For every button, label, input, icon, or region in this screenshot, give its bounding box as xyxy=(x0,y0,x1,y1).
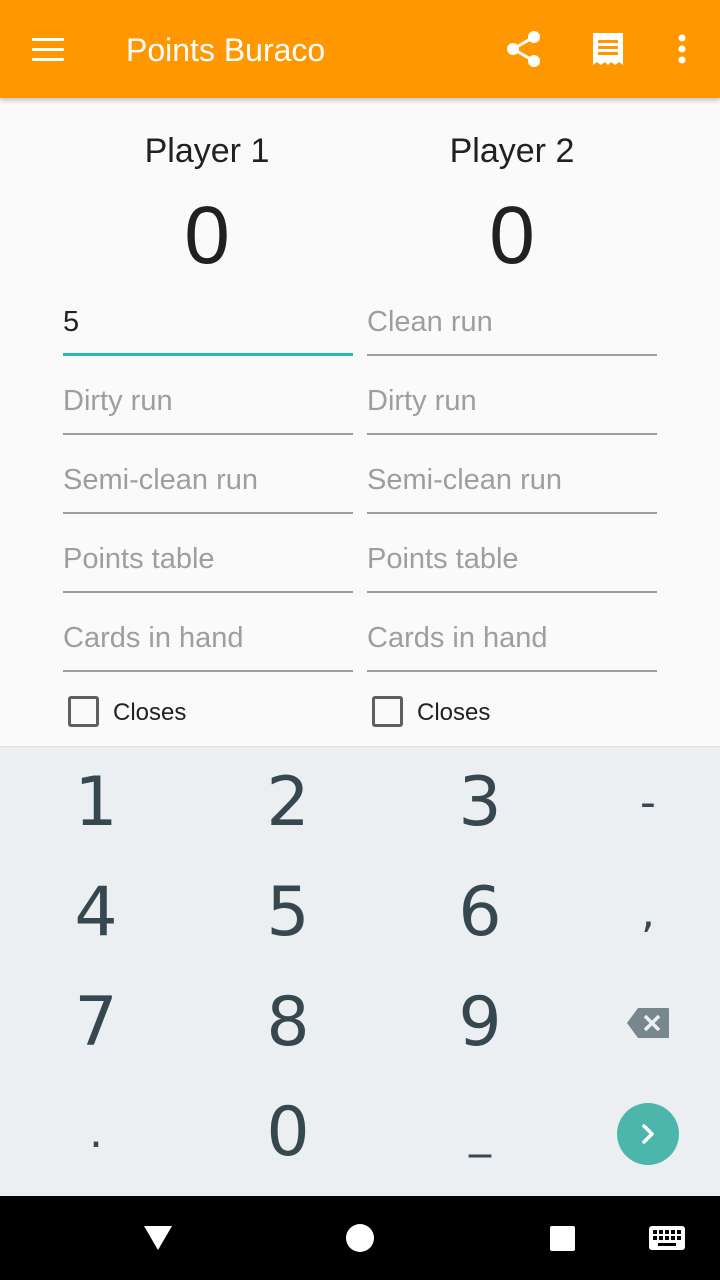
key-space[interactable]: _ xyxy=(395,1083,565,1183)
enter-key[interactable] xyxy=(617,1103,679,1165)
field-underline xyxy=(63,433,353,435)
field-underline xyxy=(367,512,657,514)
key-4[interactable]: 4 xyxy=(11,863,181,963)
key-8[interactable]: 8 xyxy=(203,973,373,1073)
checkbox-box[interactable] xyxy=(68,696,99,727)
receipt-icon[interactable] xyxy=(588,29,628,69)
field-value: 5 xyxy=(63,306,80,338)
player-2-name: Player 2 xyxy=(449,132,575,170)
key-9[interactable]: 9 xyxy=(395,973,565,1073)
back-triangle-icon[interactable] xyxy=(137,1218,179,1258)
key-0[interactable]: 0 xyxy=(203,1083,373,1183)
chevron-right-icon xyxy=(642,1124,654,1144)
keyboard-icon[interactable] xyxy=(646,1218,688,1258)
player-1-closes-checkbox[interactable]: Closes xyxy=(68,696,268,730)
share-icon[interactable] xyxy=(504,29,544,69)
player-2-semi-clean-run-field[interactable]: Semi-clean run xyxy=(367,454,657,514)
checkbox-label: Closes xyxy=(417,699,491,726)
player-2-closes-checkbox[interactable]: Closes xyxy=(372,696,572,730)
field-placeholder: Cards in hand xyxy=(367,622,548,654)
field-underline xyxy=(367,591,657,593)
key-1[interactable]: 1 xyxy=(11,753,181,853)
field-placeholder: Semi-clean run xyxy=(63,464,259,496)
field-underline xyxy=(367,670,657,672)
player-2-cards-in-hand-field[interactable]: Cards in hand xyxy=(367,612,657,672)
field-placeholder: Points table xyxy=(63,543,215,575)
recents-square-icon[interactable] xyxy=(541,1218,583,1258)
key-7[interactable]: 7 xyxy=(11,973,181,1073)
player-2-score: 0 xyxy=(489,190,535,281)
player-1-semi-clean-run-field[interactable]: Semi-clean run xyxy=(63,454,353,514)
more-vert-icon[interactable] xyxy=(662,29,702,69)
field-underline xyxy=(63,353,353,356)
key-5[interactable]: 5 xyxy=(203,863,373,963)
field-placeholder: Points table xyxy=(367,543,519,575)
system-nav-bar xyxy=(0,1196,720,1280)
backspace-key[interactable] xyxy=(563,973,720,1073)
menu-icon[interactable] xyxy=(30,34,66,64)
field-placeholder: Dirty run xyxy=(367,385,477,417)
field-underline xyxy=(63,591,353,593)
numeric-keypad: 1 2 3 - 4 5 6 , 7 8 9 . 0 _ xyxy=(0,746,720,1196)
field-placeholder: Cards in hand xyxy=(63,622,244,654)
player-1-dirty-run-field[interactable]: Dirty run xyxy=(63,375,353,435)
field-underline xyxy=(63,670,353,672)
player-1-name: Player 1 xyxy=(144,132,270,170)
backspace-icon xyxy=(627,1008,669,1038)
field-placeholder: Semi-clean run xyxy=(367,464,563,496)
field-underline xyxy=(63,512,353,514)
field-underline xyxy=(367,433,657,435)
home-circle-icon[interactable] xyxy=(339,1218,381,1258)
player-2-dirty-run-field[interactable]: Dirty run xyxy=(367,375,657,435)
player-1-cards-in-hand-field[interactable]: Cards in hand xyxy=(63,612,353,672)
key-minus[interactable]: - xyxy=(563,753,720,853)
app-bar: Points Buraco xyxy=(0,0,720,98)
key-comma[interactable]: , xyxy=(563,863,720,963)
player-1-points-table-field[interactable]: Points table xyxy=(63,533,353,593)
key-3[interactable]: 3 xyxy=(395,753,565,853)
player-1-score: 0 xyxy=(184,190,230,281)
field-placeholder: Clean run xyxy=(367,306,493,338)
player-1-clean-run-field[interactable]: 5 xyxy=(63,296,353,356)
checkbox-box[interactable] xyxy=(372,696,403,727)
player-2-clean-run-field[interactable]: Clean run xyxy=(367,296,657,356)
key-2[interactable]: 2 xyxy=(203,753,373,853)
field-placeholder: Dirty run xyxy=(63,385,173,417)
field-underline xyxy=(367,354,657,356)
key-6[interactable]: 6 xyxy=(395,863,565,963)
app-title: Points Buraco xyxy=(126,32,326,68)
key-dot[interactable]: . xyxy=(11,1083,181,1183)
checkbox-label: Closes xyxy=(113,699,187,726)
player-2-points-table-field[interactable]: Points table xyxy=(367,533,657,593)
